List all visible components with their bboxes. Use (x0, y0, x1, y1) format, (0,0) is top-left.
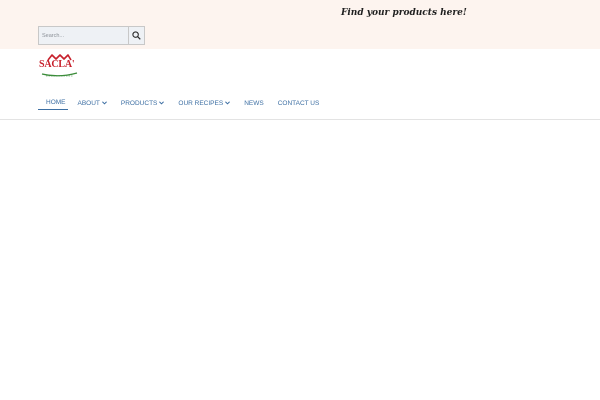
page-content (0, 120, 600, 400)
nav-contact-us[interactable]: CONTACT US (278, 96, 320, 110)
search-icon (132, 31, 141, 40)
nav-our-recipes-label: OUR RECIPES (178, 99, 224, 107)
search-box (38, 26, 145, 45)
top-bar: Find your products here! (0, 0, 600, 49)
nav-news[interactable]: NEWS (244, 96, 264, 110)
chevron-down-icon (159, 101, 165, 105)
nav-products-label: PRODUCTS (120, 99, 158, 107)
nav-news-label: NEWS (244, 99, 264, 107)
logo-text: SACLA' (39, 59, 75, 70)
nav-about[interactable]: ABOUT (78, 96, 107, 110)
search-button[interactable] (128, 27, 144, 44)
site-header: SACLA' HOME ABOUT PRODUCTS OUR RECIPES N… (0, 49, 600, 120)
chevron-down-icon (101, 101, 107, 105)
nav-home[interactable]: HOME (38, 96, 68, 110)
nav-our-recipes[interactable]: OUR RECIPES (178, 96, 231, 110)
chevron-down-icon (225, 101, 231, 105)
sacla-logo[interactable]: SACLA' (39, 54, 79, 78)
search-input[interactable] (39, 27, 129, 44)
nav-products[interactable]: PRODUCTS (120, 96, 165, 110)
main-nav: HOME ABOUT PRODUCTS OUR RECIPES NEWS CON… (38, 95, 333, 111)
nav-home-label: HOME (46, 99, 66, 106)
nav-about-label: ABOUT (77, 99, 100, 107)
nav-contact-us-label: CONTACT US (277, 99, 320, 107)
find-products-title: Find your products here! (341, 8, 467, 18)
